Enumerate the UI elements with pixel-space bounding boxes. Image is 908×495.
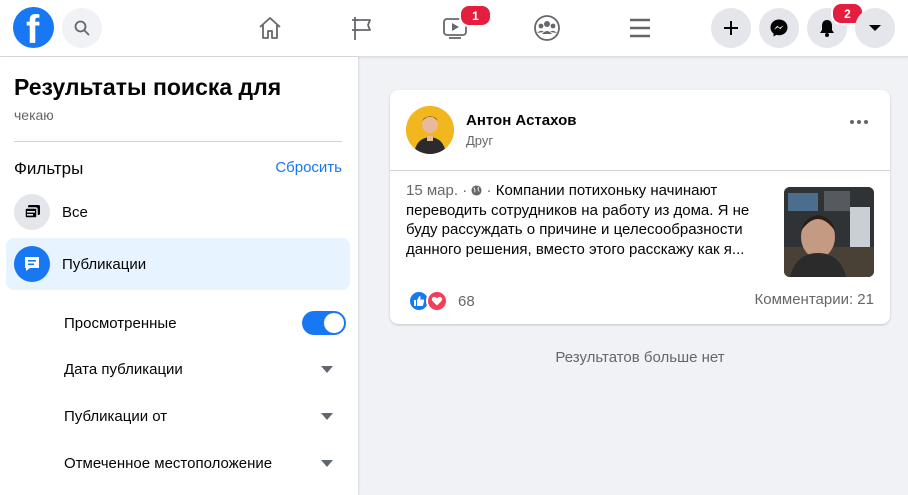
tagged-location-label: Отмеченное местоположение: [64, 454, 273, 472]
post-card: Антон Астахов Друг 15 мар. · · Компании …: [390, 90, 890, 324]
reaction-count: 68: [458, 292, 475, 310]
tagged-location-filter[interactable]: Отмеченное местоположение: [64, 448, 346, 478]
globe-icon: [471, 185, 482, 196]
filter-posts[interactable]: Публикации: [6, 238, 350, 290]
seen-filter-label: Просмотренные: [64, 314, 177, 332]
search-icon: [74, 20, 90, 36]
seen-filter-row: Просмотренные: [64, 308, 346, 338]
menu-icon: [630, 18, 650, 38]
messenger-icon: [770, 19, 788, 37]
reactions-summary[interactable]: 68: [408, 290, 475, 312]
search-query: чекаю: [14, 107, 54, 123]
nav-watch[interactable]: 1: [435, 4, 492, 48]
divider: [390, 170, 890, 171]
love-icon: [426, 290, 448, 312]
all-results-icon: [14, 194, 50, 230]
posts-from-filter[interactable]: Публикации от: [64, 401, 346, 431]
separator: ·: [486, 182, 492, 199]
date-posted-filter[interactable]: Дата публикации: [64, 354, 346, 384]
messenger-button[interactable]: [759, 8, 799, 48]
nav-pages[interactable]: [343, 8, 383, 48]
nav-menu[interactable]: [620, 8, 660, 48]
dot-icon: [864, 120, 868, 124]
filters-heading: Фильтры: [14, 159, 84, 178]
facebook-logo[interactable]: f: [13, 7, 54, 48]
filter-posts-label: Публикации: [62, 255, 147, 273]
create-button[interactable]: [711, 8, 751, 48]
seen-toggle[interactable]: [302, 311, 346, 335]
caret-down-icon: [321, 365, 333, 373]
dot-icon: [850, 120, 854, 124]
flag-icon: [352, 17, 371, 40]
search-button[interactable]: [62, 8, 102, 48]
caret-down-icon: [321, 459, 333, 467]
nav-groups[interactable]: [527, 8, 567, 48]
posts-from-label: Публикации от: [64, 407, 168, 425]
posts-icon: [14, 246, 50, 282]
post-thumbnail[interactable]: [784, 187, 874, 277]
author-name[interactable]: Антон Астахов: [466, 112, 576, 129]
separator: ·: [462, 182, 468, 199]
author-relation: Друг: [466, 133, 494, 148]
comments-count[interactable]: Комментарии: 21: [755, 291, 875, 308]
home-icon: [259, 17, 281, 39]
chevron-down-icon: [869, 25, 881, 31]
divider: [14, 141, 342, 142]
filter-all[interactable]: Все: [6, 186, 350, 238]
search-filters-sidebar: Результаты поиска для чекаю Фильтры Сбро…: [0, 57, 358, 495]
filter-all-label: Все: [62, 203, 88, 221]
post-date: 15 мар.: [406, 182, 459, 199]
top-navigation-bar: f 1 2: [0, 0, 908, 57]
watch-badge: 1: [459, 4, 492, 27]
caret-down-icon: [321, 412, 333, 420]
no-more-results: Результатов больше нет: [555, 349, 725, 366]
groups-icon: [534, 15, 560, 41]
post-text: Компании потихоньку начинают переводить …: [406, 182, 750, 258]
post-body[interactable]: 15 мар. · · Компании потихоньку начинают…: [406, 181, 766, 259]
reset-filters-link[interactable]: Сбросить: [275, 159, 342, 176]
page-title: Результаты поиска для: [14, 74, 282, 100]
more-options-button[interactable]: [850, 120, 868, 124]
date-posted-label: Дата публикации: [64, 360, 183, 378]
nav-home[interactable]: [250, 8, 290, 48]
logo-letter: f: [26, 8, 40, 48]
notifications-button[interactable]: 2: [807, 2, 864, 48]
plus-icon: [724, 21, 738, 35]
dot-icon: [857, 120, 861, 124]
account-menu-button[interactable]: [855, 8, 895, 48]
author-avatar[interactable]: [406, 106, 454, 154]
